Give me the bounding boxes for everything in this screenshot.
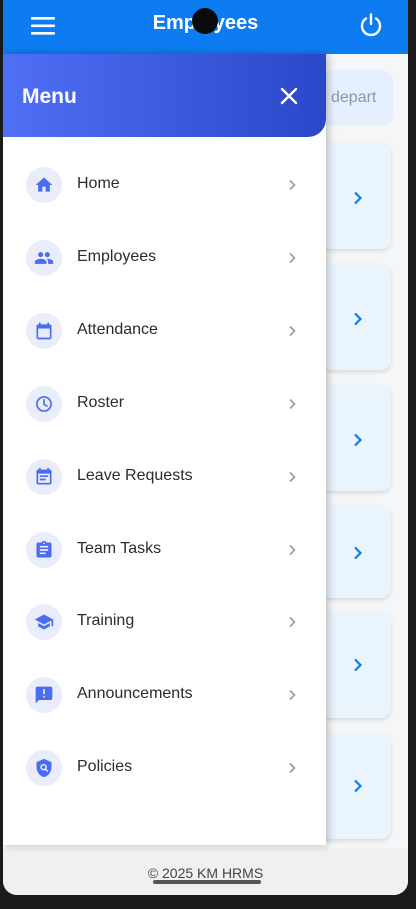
- close-icon[interactable]: [279, 86, 299, 106]
- employee-card[interactable]: [321, 385, 391, 491]
- icon-badge: [26, 386, 62, 422]
- graduation-cap-icon: [34, 614, 54, 630]
- chevron-right-icon: [289, 762, 296, 774]
- menu-item-attendance[interactable]: Attendance: [3, 295, 326, 367]
- chevron-right-icon: [354, 779, 363, 793]
- home-indicator[interactable]: [153, 880, 261, 884]
- menu-item-label: Team Tasks: [77, 540, 162, 557]
- icon-badge: [26, 313, 62, 349]
- clipboard-icon: [36, 540, 52, 558]
- icon-badge: [26, 459, 62, 495]
- icon-badge: [26, 532, 62, 568]
- copyright-text: © 2025 KM HRMS: [147, 865, 264, 881]
- search-input[interactable]: depart: [321, 70, 393, 126]
- footer: © 2025 KM HRMS: [3, 848, 408, 895]
- home-icon: [35, 177, 53, 192]
- menu-item-home[interactable]: Home: [3, 149, 326, 221]
- menu-item-announcements[interactable]: Announcements: [3, 659, 326, 731]
- chevron-right-icon: [289, 689, 296, 701]
- employee-card[interactable]: [321, 612, 391, 718]
- calendar-icon: [36, 322, 52, 340]
- menu-item-label: Leave Requests: [77, 467, 193, 484]
- phone-screen: Employees depart © 2025 KM HRMS Menu: [3, 0, 408, 895]
- icon-badge: [26, 240, 62, 276]
- chevron-right-icon: [354, 546, 363, 560]
- chevron-right-icon: [289, 544, 296, 556]
- chevron-right-icon: [354, 433, 363, 447]
- menu-item-label: Training: [77, 612, 135, 629]
- chevron-right-icon: [289, 616, 296, 628]
- chevron-right-icon: [289, 398, 296, 410]
- front-camera: [192, 8, 218, 34]
- menu-item-label: Attendance: [77, 321, 158, 338]
- employee-card[interactable]: [321, 506, 391, 598]
- chevron-right-icon: [289, 252, 296, 264]
- chevron-right-icon: [289, 471, 296, 483]
- icon-badge: [26, 677, 62, 713]
- chevron-right-icon: [289, 325, 296, 337]
- clock-icon: [36, 396, 52, 412]
- event-note-icon: [36, 467, 52, 485]
- icon-badge: [26, 167, 62, 203]
- menu-item-label: Employees: [77, 248, 157, 265]
- employee-card[interactable]: [321, 264, 391, 370]
- drawer-title: Menu: [22, 85, 77, 108]
- icon-badge: [26, 604, 62, 640]
- chevron-right-icon: [354, 658, 363, 672]
- people-icon: [34, 252, 54, 264]
- menu-item-label: Policies: [77, 758, 133, 775]
- drawer-header: Menu: [3, 54, 326, 137]
- chevron-right-icon: [354, 312, 363, 326]
- policy-shield-icon: [36, 758, 52, 778]
- menu-item-leave-requests[interactable]: Leave Requests: [3, 441, 326, 513]
- menu-item-label: Home: [77, 175, 120, 192]
- announcement-icon: [35, 686, 53, 704]
- employee-card[interactable]: [321, 733, 391, 839]
- menu-item-policies[interactable]: Policies: [3, 732, 326, 804]
- navigation-drawer: Menu Home Employees Attendance Roster Le…: [3, 54, 326, 845]
- chevron-right-icon: [354, 191, 363, 205]
- power-icon[interactable]: [358, 12, 384, 38]
- chevron-right-icon: [289, 179, 296, 191]
- menu-item-team-tasks[interactable]: Team Tasks: [3, 514, 326, 586]
- menu-item-employees[interactable]: Employees: [3, 222, 326, 294]
- employee-card[interactable]: [321, 143, 391, 249]
- menu-item-label: Roster: [77, 394, 125, 411]
- menu-item-training[interactable]: Training: [3, 586, 326, 658]
- menu-item-label: Announcements: [77, 685, 193, 702]
- menu-item-roster[interactable]: Roster: [3, 368, 326, 440]
- search-placeholder: depart: [331, 89, 377, 106]
- icon-badge: [26, 750, 62, 786]
